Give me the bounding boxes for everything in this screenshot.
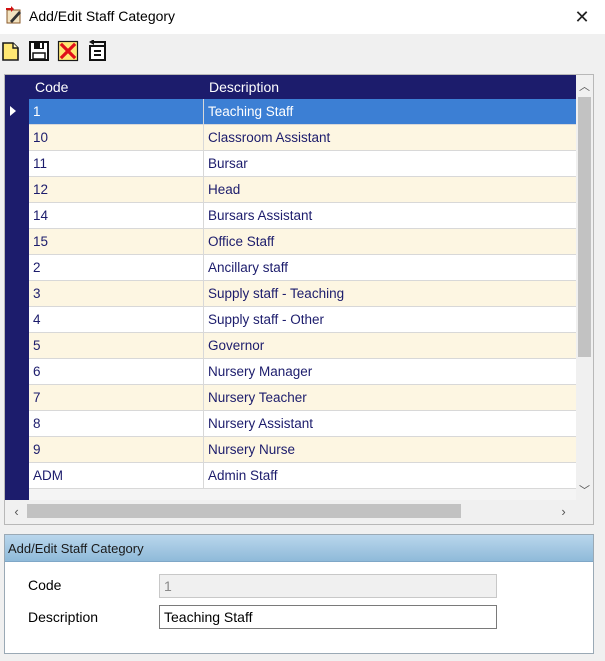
code-label: Code bbox=[28, 577, 62, 593]
column-header-code[interactable]: Code bbox=[35, 79, 68, 95]
code-cell[interactable]: 2 bbox=[33, 260, 41, 275]
description-cell[interactable]: Office Staff bbox=[208, 234, 274, 249]
description-cell[interactable]: Classroom Assistant bbox=[208, 130, 330, 145]
column-divider bbox=[203, 385, 204, 410]
column-divider bbox=[203, 333, 204, 358]
column-divider bbox=[203, 307, 204, 332]
scroll-up-icon[interactable]: ︿ bbox=[576, 77, 593, 94]
column-divider bbox=[203, 359, 204, 384]
edit-panel-title: Add/Edit Staff Category bbox=[8, 541, 144, 556]
table-row[interactable]: 6 Nursery Manager bbox=[29, 359, 576, 385]
column-divider bbox=[203, 281, 204, 306]
title-bar: Add/Edit Staff Category ✕ bbox=[0, 0, 605, 34]
vertical-scrollbar[interactable]: ︿ ﹀ bbox=[576, 75, 593, 500]
column-divider bbox=[203, 229, 204, 254]
table-row[interactable]: ADM Admin Staff bbox=[29, 463, 576, 489]
description-cell[interactable]: Bursar bbox=[208, 156, 248, 171]
grid-rows: 1 Teaching Staff 10 Classroom Assistant 11 Bu… bbox=[29, 99, 576, 500]
description-cell[interactable]: Admin Staff bbox=[208, 468, 278, 483]
description-cell[interactable]: Governor bbox=[208, 338, 264, 353]
code-cell[interactable]: 10 bbox=[33, 130, 48, 145]
description-label: Description bbox=[28, 609, 99, 625]
table-row[interactable]: 1 Teaching Staff bbox=[29, 99, 576, 125]
table-row[interactable]: 10 Classroom Assistant bbox=[29, 125, 576, 151]
table-row[interactable]: 5 Governor bbox=[29, 333, 576, 359]
new-record-icon[interactable] bbox=[0, 40, 22, 62]
code-cell[interactable]: 5 bbox=[33, 338, 41, 353]
table-row[interactable]: 4 Supply staff - Other bbox=[29, 307, 576, 333]
column-divider bbox=[203, 255, 204, 280]
description-cell[interactable]: Nursery Nurse bbox=[208, 442, 295, 457]
table-row[interactable]: 2 Ancillary staff bbox=[29, 255, 576, 281]
undo-icon[interactable] bbox=[87, 40, 109, 62]
edit-panel: Add/Edit Staff Category Code Description bbox=[4, 534, 594, 654]
code-cell[interactable]: 1 bbox=[33, 104, 41, 119]
code-cell[interactable]: 4 bbox=[33, 312, 41, 327]
table-row[interactable]: 3 Supply staff - Teaching bbox=[29, 281, 576, 307]
column-header-description[interactable]: Description bbox=[209, 79, 279, 95]
description-cell[interactable]: Bursars Assistant bbox=[208, 208, 312, 223]
window-title: Add/Edit Staff Category bbox=[29, 8, 176, 24]
column-divider bbox=[203, 411, 204, 436]
description-field[interactable] bbox=[159, 605, 497, 629]
table-row[interactable]: 9 Nursery Nurse bbox=[29, 437, 576, 463]
current-row-arrow-icon bbox=[10, 106, 16, 116]
code-cell[interactable]: 11 bbox=[33, 156, 47, 171]
table-row[interactable]: 14 Bursars Assistant bbox=[29, 203, 576, 229]
description-cell[interactable]: Nursery Assistant bbox=[208, 416, 313, 431]
code-cell[interactable]: 9 bbox=[33, 442, 41, 457]
column-divider bbox=[203, 203, 204, 228]
edit-category-icon bbox=[6, 6, 21, 24]
table-row[interactable]: 8 Nursery Assistant bbox=[29, 411, 576, 437]
staff-category-grid[interactable]: Code Description 1 Teaching Staff 10 Classr… bbox=[4, 74, 594, 525]
description-cell[interactable]: Nursery Teacher bbox=[208, 390, 307, 405]
description-cell[interactable]: Ancillary staff bbox=[208, 260, 288, 275]
delete-icon[interactable] bbox=[57, 40, 79, 62]
description-cell[interactable]: Nursery Manager bbox=[208, 364, 312, 379]
edit-panel-header: Add/Edit Staff Category bbox=[5, 535, 593, 562]
grid-header: Code Description bbox=[5, 75, 576, 99]
description-cell[interactable]: Supply staff - Teaching bbox=[208, 286, 344, 301]
save-icon[interactable] bbox=[28, 40, 50, 62]
column-divider bbox=[203, 437, 204, 462]
code-cell[interactable]: ADM bbox=[33, 468, 63, 483]
column-divider bbox=[203, 177, 204, 202]
code-cell[interactable]: 6 bbox=[33, 364, 41, 379]
code-cell[interactable]: 14 bbox=[33, 208, 48, 223]
description-cell[interactable]: Head bbox=[208, 182, 240, 197]
code-cell[interactable]: 15 bbox=[33, 234, 48, 249]
description-cell[interactable]: Teaching Staff bbox=[208, 104, 293, 119]
code-field bbox=[159, 574, 497, 598]
scroll-down-icon[interactable]: ﹀ bbox=[576, 481, 593, 498]
code-cell[interactable]: 3 bbox=[33, 286, 41, 301]
column-divider bbox=[203, 125, 204, 150]
code-cell[interactable]: 8 bbox=[33, 416, 41, 431]
vertical-scroll-thumb[interactable] bbox=[578, 97, 591, 357]
toolbar bbox=[0, 37, 605, 67]
column-divider bbox=[203, 99, 204, 124]
table-row[interactable]: 11 Bursar bbox=[29, 151, 576, 177]
scroll-left-icon[interactable]: ‹ bbox=[8, 503, 25, 520]
column-divider bbox=[203, 463, 204, 488]
table-row[interactable]: 7 Nursery Teacher bbox=[29, 385, 576, 411]
code-cell[interactable]: 12 bbox=[33, 182, 48, 197]
close-button[interactable]: ✕ bbox=[559, 0, 605, 34]
description-cell[interactable]: Supply staff - Other bbox=[208, 312, 324, 327]
horizontal-scrollbar[interactable]: ‹ › bbox=[5, 500, 593, 524]
horizontal-scroll-thumb[interactable] bbox=[27, 504, 461, 518]
code-cell[interactable]: 7 bbox=[33, 390, 41, 405]
row-indicator-column bbox=[5, 99, 29, 500]
scroll-right-icon[interactable]: › bbox=[555, 503, 572, 520]
table-row[interactable]: 15 Office Staff bbox=[29, 229, 576, 255]
column-divider bbox=[203, 151, 204, 176]
table-row[interactable]: 12 Head bbox=[29, 177, 576, 203]
